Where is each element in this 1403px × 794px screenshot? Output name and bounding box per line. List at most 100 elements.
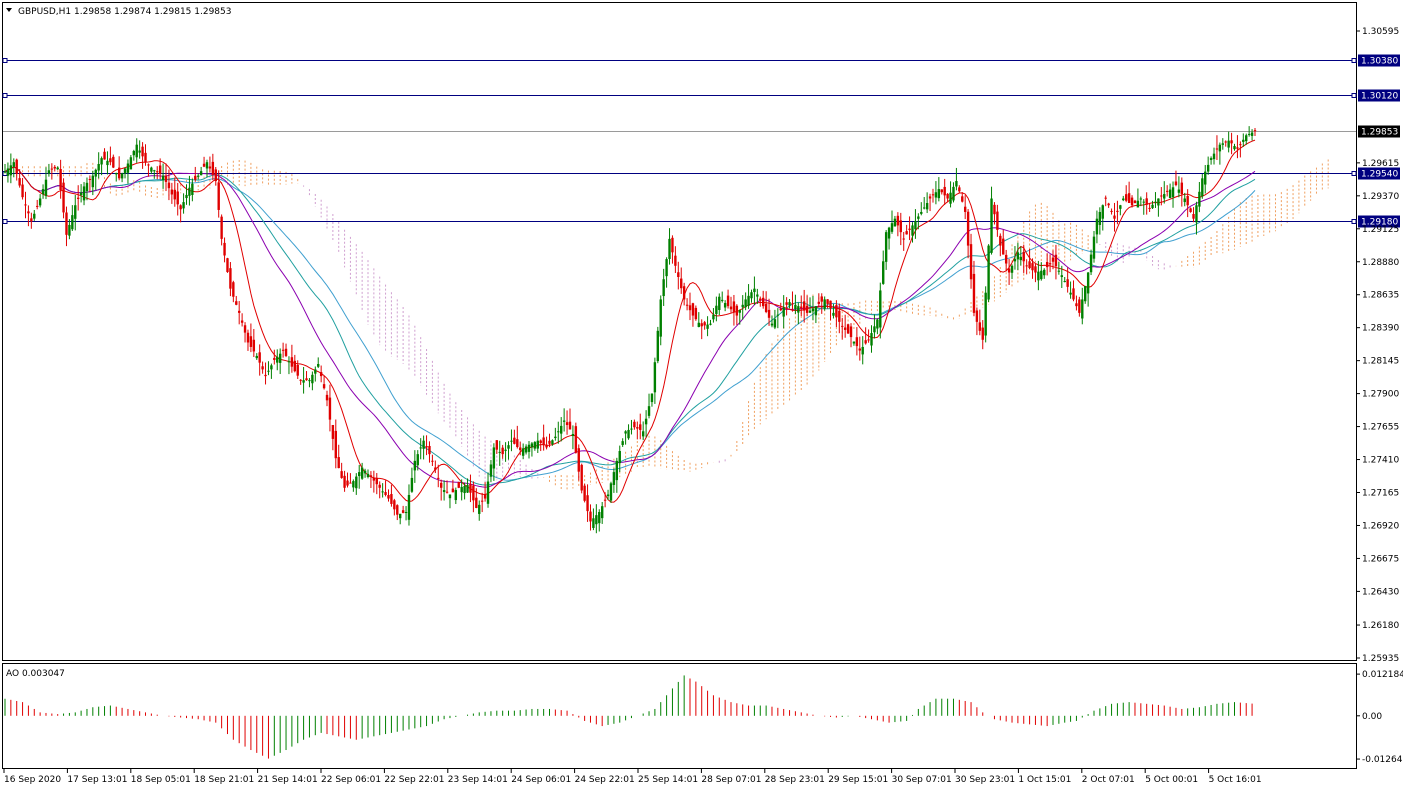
- candle-body: [53, 166, 56, 169]
- candle-body: [501, 447, 504, 455]
- candle-body: [308, 380, 311, 382]
- chart-canvas[interactable]: 1.303801.301201.295401.291801.29853 1.30…: [0, 0, 1403, 790]
- price-panel-frame: [2, 2, 1357, 661]
- candle-body: [1004, 254, 1008, 264]
- candle-body: [750, 292, 753, 299]
- candle-body: [510, 440, 513, 442]
- candle-body: [621, 441, 624, 445]
- candle-body: [390, 494, 393, 504]
- time-tick-label: 24 Sep 22:01: [575, 775, 635, 785]
- candle-body: [1069, 292, 1072, 295]
- candle-body: [876, 319, 879, 329]
- candle-body: [378, 484, 381, 488]
- candle-body: [761, 297, 765, 307]
- time-tick-label: 30 Sep 23:01: [955, 775, 1015, 785]
- candle-body: [978, 322, 982, 331]
- candle-body: [478, 504, 481, 514]
- candle-body: [1206, 164, 1210, 172]
- time-tick-label: 28 Sep 23:01: [765, 775, 825, 785]
- candle-body: [141, 146, 144, 157]
- time-tick-label: 22 Sep 06:01: [321, 775, 381, 785]
- candle-body: [984, 292, 987, 336]
- candle-body: [1066, 279, 1069, 287]
- level-price-label: 1.30120: [1361, 92, 1398, 102]
- candle-body: [498, 451, 501, 453]
- candle-body: [1016, 252, 1020, 260]
- candle-body: [44, 179, 48, 196]
- candle-body: [1133, 200, 1137, 203]
- candle-body: [495, 440, 499, 450]
- level-handle-left[interactable]: [2, 93, 8, 98]
- candle-body: [779, 308, 782, 311]
- candle-body: [33, 213, 36, 219]
- candle-body: [123, 168, 127, 174]
- candle-body: [682, 286, 686, 300]
- candle-body: [1072, 288, 1075, 300]
- candle-body: [82, 186, 86, 201]
- level-handle-left[interactable]: [2, 58, 8, 63]
- candle-body: [264, 374, 267, 377]
- candle-body: [993, 204, 996, 215]
- candle-body: [1192, 214, 1195, 219]
- level-handle-right[interactable]: [1351, 58, 1357, 63]
- candle-body: [375, 477, 378, 485]
- candle-body: [229, 268, 232, 289]
- price-axis: 1.30595 1.29615 1.29370 1.29125 1.28880 1.286…: [1356, 27, 1399, 664]
- level-handle-left[interactable]: [2, 219, 8, 224]
- candle-body: [914, 220, 917, 230]
- candle-body: [615, 460, 619, 481]
- candle-body: [36, 205, 39, 207]
- candle-body: [1122, 198, 1125, 201]
- candle-body: [401, 510, 405, 513]
- symbol-info: GBPUSD,H1 1.29858 1.29874 1.29815 1.2985…: [18, 7, 231, 17]
- candle-body: [334, 430, 337, 459]
- trading-chart[interactable]: 1.30380 1.30120 1.29540 1.29180 1.29853 1.30…: [0, 0, 1403, 790]
- candle-body: [530, 443, 534, 448]
- price-tick-label: 1.26180: [1362, 621, 1399, 631]
- candle-body: [1212, 153, 1216, 160]
- candle-body: [1060, 275, 1063, 278]
- candle-body: [817, 301, 821, 304]
- candle-body: [85, 182, 89, 192]
- candle-body: [536, 440, 539, 449]
- candle-body: [990, 198, 993, 253]
- candle-body: [349, 482, 352, 484]
- candle-body: [366, 473, 370, 478]
- candle-body: [987, 245, 990, 300]
- candle-body: [1086, 272, 1090, 294]
- candle-body: [972, 273, 976, 313]
- candle-body: [1154, 201, 1157, 203]
- candle-body: [384, 492, 387, 495]
- candle-body: [841, 325, 844, 327]
- candle-body: [1084, 285, 1087, 302]
- candle-body: [574, 426, 578, 453]
- candle-body: [1037, 271, 1040, 281]
- candle-body: [18, 178, 21, 186]
- candle-body: [849, 326, 853, 338]
- candle-body: [117, 167, 121, 179]
- candle-body: [451, 488, 455, 493]
- candle-body: [1031, 263, 1034, 271]
- candle-body: [565, 422, 569, 426]
- candle-body: [785, 302, 788, 305]
- candle-body: [1145, 198, 1148, 205]
- candle-body: [91, 175, 95, 188]
- level-handle-right[interactable]: [1351, 219, 1357, 224]
- candle-body: [691, 303, 695, 316]
- candle-body: [685, 304, 689, 306]
- candle-body: [1022, 251, 1025, 262]
- candle-body: [507, 445, 510, 449]
- candle-body: [363, 470, 367, 474]
- candle-body: [1136, 200, 1140, 208]
- candle-body: [343, 475, 346, 488]
- candle-body: [214, 169, 217, 182]
- level-handle-right[interactable]: [1351, 171, 1357, 176]
- candle-body: [1204, 171, 1207, 185]
- level-handle-right[interactable]: [1351, 93, 1357, 98]
- candle-body: [662, 279, 665, 297]
- candle-body: [700, 323, 703, 327]
- candle-body: [1028, 261, 1031, 269]
- candle-body: [595, 515, 598, 525]
- candle-body: [718, 296, 721, 310]
- candle-body: [132, 150, 136, 156]
